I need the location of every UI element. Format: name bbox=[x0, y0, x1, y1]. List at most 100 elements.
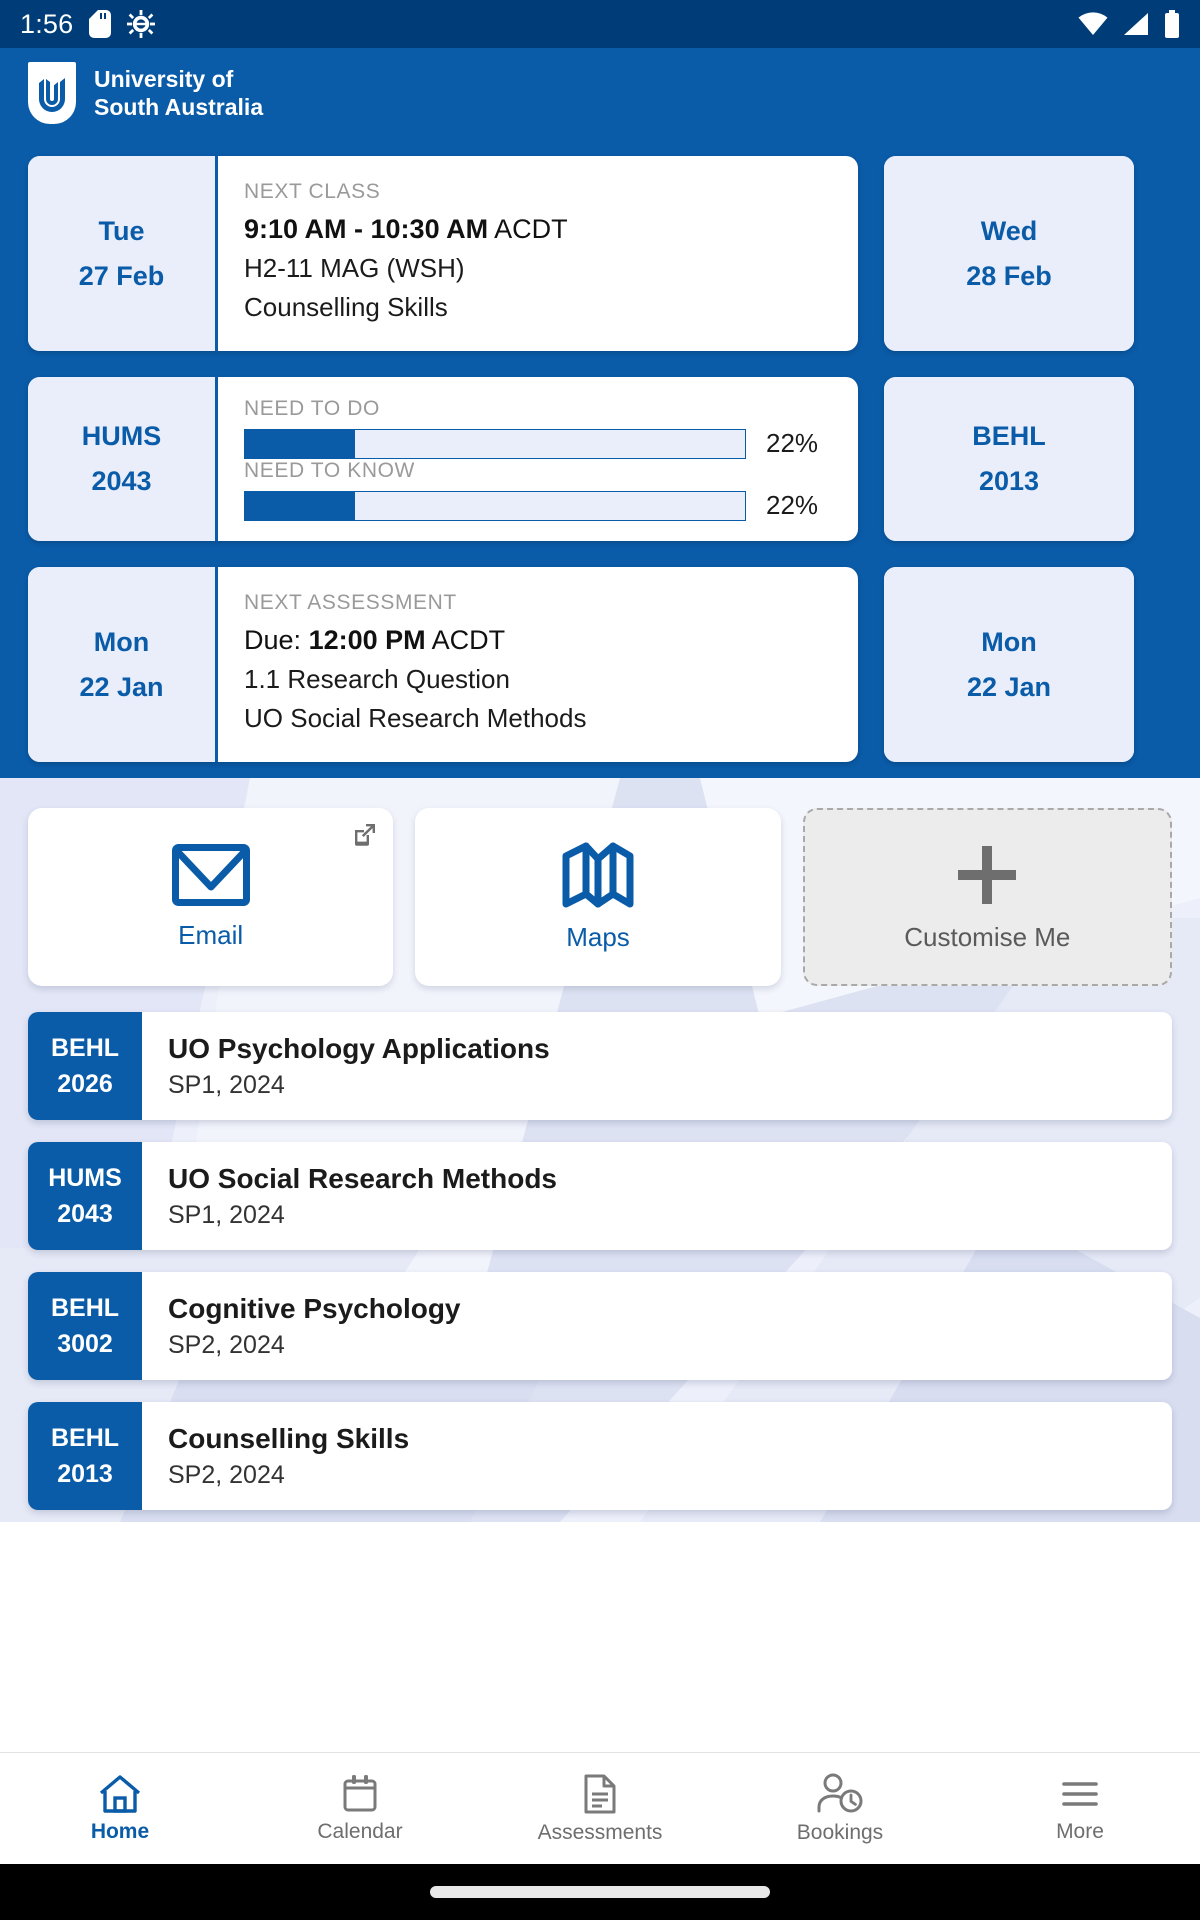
course-term: SP1, 2024 bbox=[168, 1200, 285, 1229]
progress-label-need-to-know: NEED TO KNOW bbox=[244, 459, 415, 482]
quick-tile-maps[interactable]: Maps bbox=[415, 808, 781, 986]
progress-fill-need-to-know bbox=[245, 491, 355, 520]
next-assessment-peek-date-value: 22 Jan bbox=[966, 671, 1052, 702]
course-term: SP2, 2024 bbox=[168, 1330, 285, 1359]
unisa-logo-mark bbox=[39, 78, 65, 112]
bottom-navigation: Home Calendar Assessments Bookings More bbox=[0, 1752, 1200, 1864]
content-area: Email Maps Customise Me BEHL 2026 UO Psy… bbox=[0, 778, 1200, 1522]
next-assessment-due: Due: 12:00 PM ACDT bbox=[244, 625, 832, 656]
tab-assessments[interactable]: Assessments bbox=[480, 1773, 720, 1845]
app-header: University of South Australia bbox=[0, 48, 1200, 138]
widget-hero: Tue 27 Feb NEXT CLASS 9:10 AM - 10:30 AM… bbox=[0, 138, 1200, 778]
next-class-location: H2-11 MAG (WSH) bbox=[244, 253, 465, 283]
next-assessment-date-value: 22 Jan bbox=[79, 671, 164, 702]
unisa-logo bbox=[28, 62, 76, 124]
next-class-peek-day: Wed bbox=[980, 215, 1038, 246]
next-class-course: Counselling Skills bbox=[244, 292, 448, 322]
next-assessment-course: UO Social Research Methods bbox=[244, 703, 587, 733]
progress-track-need-to-do bbox=[244, 428, 746, 459]
tab-calendar[interactable]: Calendar bbox=[240, 1774, 480, 1844]
course-row-behl3002[interactable]: BEHL 3002 Cognitive Psychology SP2, 2024 bbox=[28, 1272, 1172, 1380]
course-code-number: 2043 bbox=[57, 1199, 113, 1228]
course-code-prefix: BEHL bbox=[50, 1423, 120, 1452]
envelope-icon bbox=[171, 843, 250, 906]
next-class-date: Tue 27 Feb bbox=[28, 156, 218, 351]
brand-line-1: University of bbox=[94, 65, 234, 92]
quick-tile-customise[interactable]: Customise Me bbox=[802, 808, 1172, 986]
widget-course-progress[interactable]: HUMS 2043 NEED TO DO 22% NEED TO KNOW 22… bbox=[28, 377, 858, 541]
tab-home[interactable]: Home bbox=[0, 1774, 240, 1844]
course-progress-peek-number: 2013 bbox=[978, 466, 1040, 496]
quick-action-tiles: Email Maps Customise Me bbox=[28, 808, 1172, 986]
progress-percent-need-to-know: 22% bbox=[766, 490, 819, 520]
next-assessment-peek-date: Mon 22 Jan bbox=[884, 567, 1134, 762]
map-icon bbox=[562, 842, 634, 907]
progress-track-need-to-know bbox=[244, 490, 746, 521]
course-code-badge: BEHL 2026 bbox=[28, 1012, 142, 1120]
document-icon bbox=[584, 1774, 616, 1813]
course-meta: Counselling Skills SP2, 2024 bbox=[142, 1402, 1172, 1510]
course-code-number: 2013 bbox=[57, 1459, 113, 1488]
widget-next-assessment-peek[interactable]: Mon 22 Jan bbox=[884, 567, 1134, 762]
home-icon bbox=[99, 1774, 141, 1813]
next-class-body: NEXT CLASS 9:10 AM - 10:30 AM ACDT H2-11… bbox=[218, 156, 858, 351]
widget-next-class-peek[interactable]: Wed 28 Feb bbox=[884, 156, 1134, 351]
status-bar-clock: 1:56 bbox=[20, 8, 74, 39]
sd-card-icon bbox=[89, 10, 112, 38]
course-row-hums2043[interactable]: HUMS 2043 UO Social Research Methods SP1… bbox=[28, 1142, 1172, 1250]
tab-bookings[interactable]: Bookings bbox=[720, 1773, 960, 1845]
status-bar-right bbox=[1078, 10, 1180, 38]
brand-title: University of South Australia bbox=[94, 65, 263, 121]
course-progress-code: HUMS 2043 bbox=[28, 377, 218, 541]
wifi-icon bbox=[1078, 12, 1108, 36]
gesture-pill[interactable] bbox=[430, 1886, 770, 1898]
next-assessment-date: Mon 22 Jan bbox=[28, 567, 218, 762]
course-code-prefix: BEHL bbox=[50, 1293, 120, 1322]
progress-group-need-to-know: NEED TO KNOW 22% bbox=[244, 459, 832, 521]
next-assessment-due-prefix: Due: bbox=[244, 625, 302, 655]
course-row-behl2026[interactable]: BEHL 2026 UO Psychology Applications SP1… bbox=[28, 1012, 1172, 1120]
next-class-date-value: 27 Feb bbox=[78, 260, 165, 291]
course-meta: UO Social Research Methods SP1, 2024 bbox=[142, 1142, 1172, 1250]
next-class-peek-date-value: 28 Feb bbox=[966, 260, 1052, 291]
widget-course-progress-peek[interactable]: BEHL 2013 bbox=[884, 377, 1134, 541]
status-bar: 1:56 bbox=[0, 0, 1200, 48]
tab-more-label: More bbox=[1056, 1819, 1104, 1843]
progress-fill-need-to-do bbox=[245, 429, 355, 458]
course-list: BEHL 2026 UO Psychology Applications SP1… bbox=[28, 1012, 1172, 1510]
external-link-icon bbox=[355, 824, 376, 846]
course-progress-peek-code: BEHL 2013 bbox=[884, 377, 1134, 541]
battery-icon bbox=[1165, 10, 1179, 38]
quick-tile-email-label: Email bbox=[178, 919, 244, 950]
course-progress-body: NEED TO DO 22% NEED TO KNOW 22% bbox=[218, 377, 858, 541]
tab-bookings-label: Bookings bbox=[796, 1820, 884, 1844]
course-code-prefix: HUMS bbox=[48, 1163, 122, 1192]
quick-tile-email[interactable]: Email bbox=[28, 808, 394, 986]
widget-next-class[interactable]: Tue 27 Feb NEXT CLASS 9:10 AM - 10:30 AM… bbox=[28, 156, 858, 351]
course-meta: UO Psychology Applications SP1, 2024 bbox=[142, 1012, 1172, 1120]
hamburger-menu-icon bbox=[1062, 1781, 1098, 1806]
brand-line-2: South Australia bbox=[94, 94, 264, 120]
progress-percent-need-to-do: 22% bbox=[766, 428, 819, 458]
calendar-icon bbox=[343, 1774, 377, 1811]
course-term: SP2, 2024 bbox=[168, 1460, 285, 1489]
course-code-number: 2026 bbox=[57, 1069, 113, 1098]
android-debug-icon bbox=[127, 10, 156, 38]
next-class-kicker: NEXT CLASS bbox=[244, 180, 381, 203]
carousel-course-progress[interactable]: HUMS 2043 NEED TO DO 22% NEED TO KNOW 22… bbox=[0, 377, 1200, 541]
course-name: Counselling Skills bbox=[168, 1422, 410, 1454]
plus-icon bbox=[958, 845, 1017, 904]
carousel-next-class[interactable]: Tue 27 Feb NEXT CLASS 9:10 AM - 10:30 AM… bbox=[0, 156, 1200, 351]
tab-assessments-label: Assessments bbox=[537, 1820, 663, 1844]
course-code-badge: HUMS 2043 bbox=[28, 1142, 142, 1250]
tab-more[interactable]: More bbox=[960, 1774, 1200, 1844]
course-row-behl2013[interactable]: BEHL 2013 Counselling Skills SP2, 2024 bbox=[28, 1402, 1172, 1510]
widget-next-assessment[interactable]: Mon 22 Jan NEXT ASSESSMENT Due: 12:00 PM… bbox=[28, 567, 858, 762]
course-code-badge: BEHL 3002 bbox=[28, 1272, 142, 1380]
course-term: SP1, 2024 bbox=[168, 1070, 285, 1099]
course-name: UO Psychology Applications bbox=[168, 1032, 550, 1064]
tab-home-label: Home bbox=[90, 1819, 150, 1843]
progress-label-need-to-do: NEED TO DO bbox=[244, 397, 380, 420]
carousel-next-assessment[interactable]: Mon 22 Jan NEXT ASSESSMENT Due: 12:00 PM… bbox=[0, 567, 1200, 762]
status-bar-left: 1:56 bbox=[20, 8, 156, 39]
